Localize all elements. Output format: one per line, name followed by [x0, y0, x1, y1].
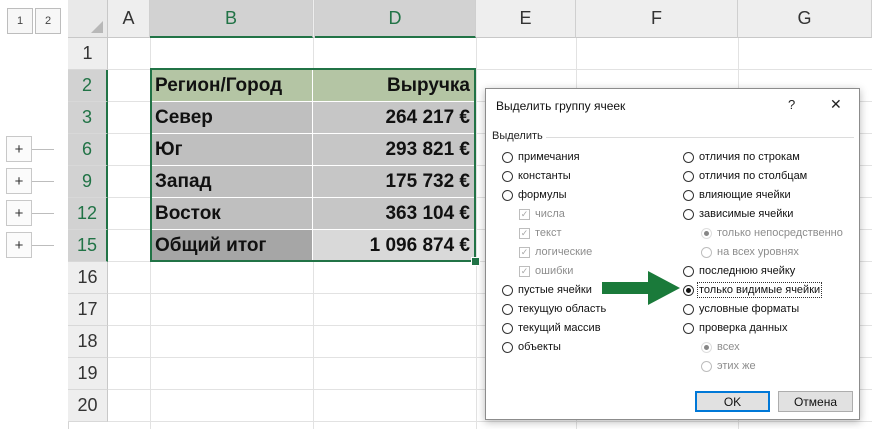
option-visible-cells-only[interactable]: только видимые ячейки — [683, 282, 823, 298]
check-text[interactable]: ✓ текст — [519, 227, 562, 239]
outline-level-1-button[interactable]: 1 — [7, 8, 33, 34]
option-direct-only[interactable]: только непосредственно — [701, 227, 843, 239]
row-header[interactable]: 17 — [68, 294, 108, 326]
row-header[interactable]: 6 — [68, 134, 108, 166]
column-header-a[interactable]: A — [108, 0, 150, 38]
group-divider — [546, 137, 854, 138]
group-label: Выделить — [492, 130, 543, 142]
option-row-differences[interactable]: отличия по строкам — [683, 151, 800, 163]
row-header[interactable]: 2 — [68, 70, 108, 102]
expand-group-button[interactable]: + — [6, 168, 32, 194]
table-cell-region[interactable]: Запад — [150, 166, 313, 198]
table-total-value[interactable]: 1 096 874 € — [313, 230, 476, 262]
radio-icon — [502, 189, 513, 201]
column-header-d[interactable]: D — [315, 0, 476, 38]
table-cell-region[interactable]: Восток — [150, 198, 313, 230]
row-header[interactable]: 1 — [68, 38, 108, 70]
table-header-cell[interactable]: Регион/Город — [150, 70, 313, 102]
radio-icon — [701, 246, 712, 258]
option-precedents[interactable]: влияющие ячейки — [683, 189, 791, 201]
outline-connector — [32, 149, 54, 150]
outline-connector — [32, 181, 54, 182]
table-cell-region[interactable]: Север — [150, 102, 313, 134]
expand-group-button[interactable]: + — [6, 232, 32, 258]
outline-connector — [32, 245, 54, 246]
table-header-cell[interactable]: Выручка — [313, 70, 476, 102]
row-header[interactable]: 19 — [68, 358, 108, 390]
cancel-button[interactable]: Отмена — [778, 391, 853, 412]
checkbox-icon: ✓ — [519, 227, 530, 239]
row-header[interactable]: 16 — [68, 262, 108, 294]
check-numbers[interactable]: ✓ числа — [519, 208, 565, 220]
option-data-validation[interactable]: проверка данных — [683, 322, 787, 334]
expand-group-button[interactable]: + — [6, 136, 32, 162]
radio-icon — [683, 303, 694, 315]
radio-icon — [683, 322, 694, 334]
column-header-f[interactable]: F — [576, 0, 738, 38]
arrow-annotation-icon — [602, 271, 680, 305]
grid-line — [108, 421, 872, 422]
select-all-corner[interactable] — [68, 0, 108, 38]
radio-icon — [502, 284, 513, 296]
radio-icon — [683, 265, 694, 277]
row-header[interactable]: 3 — [68, 102, 108, 134]
expand-group-button[interactable]: + — [6, 200, 32, 226]
checkbox-icon: ✓ — [519, 265, 530, 277]
option-comments[interactable]: примечания — [502, 151, 580, 163]
grid-line — [476, 38, 477, 429]
option-constants[interactable]: константы — [502, 170, 571, 182]
radio-icon — [701, 227, 712, 239]
column-header-b[interactable]: B — [150, 0, 313, 38]
dialog-title: Выделить группу ячеек — [496, 99, 626, 113]
fill-handle[interactable] — [471, 257, 480, 266]
radio-icon — [701, 341, 712, 353]
ok-button[interactable]: OK — [695, 391, 770, 412]
radio-icon — [683, 151, 694, 163]
check-errors[interactable]: ✓ ошибки — [519, 265, 573, 277]
column-header-g[interactable]: G — [738, 0, 872, 38]
outline-level-2-button[interactable]: 2 — [35, 8, 61, 34]
option-current-region[interactable]: текущую область — [502, 303, 606, 315]
radio-icon — [502, 151, 513, 163]
table-cell-region[interactable]: Юг — [150, 134, 313, 166]
option-blanks[interactable]: пустые ячейки — [502, 284, 592, 296]
option-dependents[interactable]: зависимые ячейки — [683, 208, 793, 220]
row-header[interactable]: 18 — [68, 326, 108, 358]
radio-icon — [701, 360, 712, 372]
check-logicals[interactable]: ✓ логические — [519, 246, 592, 258]
radio-icon — [502, 322, 513, 334]
row-header[interactable]: 12 — [68, 198, 108, 230]
radio-icon — [502, 170, 513, 182]
radio-icon — [683, 189, 694, 201]
option-last-cell[interactable]: последнюю ячейку — [683, 265, 795, 277]
checkbox-icon: ✓ — [519, 246, 530, 258]
go-to-special-dialog: Выделить группу ячеек ? ✕ Выделить приме… — [485, 88, 860, 420]
option-current-array[interactable]: текущий массив — [502, 322, 601, 334]
radio-icon — [502, 303, 513, 315]
close-icon[interactable]: ✕ — [830, 96, 842, 113]
option-formulas[interactable]: формулы — [502, 189, 567, 201]
option-column-differences[interactable]: отличия по столбцам — [683, 170, 807, 182]
table-cell-revenue[interactable]: 293 821 € — [313, 134, 476, 166]
table-cell-revenue[interactable]: 264 217 € — [313, 102, 476, 134]
help-button[interactable]: ? — [788, 97, 795, 112]
row-header[interactable]: 15 — [68, 230, 108, 262]
table-cell-revenue[interactable]: 363 104 € — [313, 198, 476, 230]
table-cell-revenue[interactable]: 175 732 € — [313, 166, 476, 198]
option-validation-all[interactable]: всех — [701, 341, 740, 353]
option-objects[interactable]: объекты — [502, 341, 561, 353]
row-header[interactable]: 9 — [68, 166, 108, 198]
radio-selected-icon — [683, 284, 694, 296]
row-header[interactable]: 20 — [68, 390, 108, 422]
table-total-label[interactable]: Общий итог — [150, 230, 313, 262]
radio-icon — [683, 170, 694, 182]
column-header-e[interactable]: E — [476, 0, 576, 38]
radio-icon — [683, 208, 694, 220]
checkbox-icon: ✓ — [519, 208, 530, 220]
outline-connector — [32, 213, 54, 214]
radio-icon — [502, 341, 513, 353]
option-all-levels[interactable]: на всех уровнях — [701, 246, 799, 258]
option-validation-same[interactable]: этих же — [701, 360, 756, 372]
option-conditional-formats[interactable]: условные форматы — [683, 303, 799, 315]
